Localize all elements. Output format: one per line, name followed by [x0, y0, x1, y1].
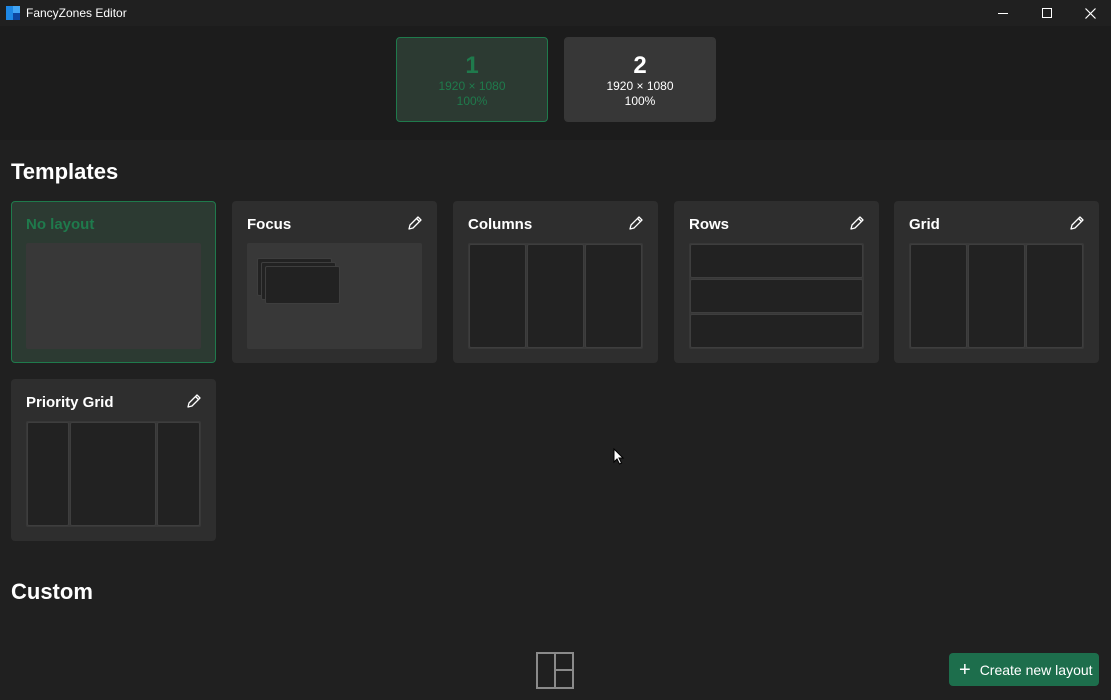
template-title: Focus	[247, 216, 292, 233]
create-new-layout-button[interactable]: + Create new layout	[949, 653, 1099, 686]
monitor-1-button[interactable]: 1 1920 × 1080 100%	[396, 37, 548, 122]
zone	[690, 314, 863, 348]
template-title: Priority Grid	[26, 394, 114, 411]
zone	[27, 422, 69, 526]
pencil-icon	[408, 216, 422, 230]
edit-layout-button[interactable]	[847, 213, 867, 233]
zone	[585, 244, 642, 348]
pencil-icon	[850, 216, 864, 230]
template-no-layout[interactable]: No layout	[11, 201, 216, 363]
pencil-icon	[187, 394, 201, 408]
minimize-button[interactable]	[981, 0, 1025, 26]
edit-layout-button[interactable]	[626, 213, 646, 233]
template-focus[interactable]: Focus	[232, 201, 437, 363]
layout-preview	[909, 243, 1084, 349]
layout-preview	[689, 243, 864, 349]
create-new-layout-label: Create new layout	[979, 661, 1093, 678]
monitor-number: 1	[465, 52, 479, 79]
zone	[690, 279, 863, 313]
template-rows[interactable]: Rows	[674, 201, 879, 363]
template-title: Columns	[468, 216, 533, 233]
template-title: Rows	[689, 216, 730, 233]
title-bar: FancyZones Editor	[0, 0, 1111, 26]
monitor-2-button[interactable]: 2 1920 × 1080 100%	[564, 37, 716, 122]
layout-preview	[26, 421, 201, 527]
layout-preview	[468, 243, 643, 349]
template-title: Grid	[909, 216, 940, 233]
pencil-icon	[629, 216, 643, 230]
edit-layout-button[interactable]	[1067, 213, 1087, 233]
templates-heading: Templates	[11, 159, 119, 184]
maximize-icon	[1041, 7, 1052, 18]
template-columns[interactable]: Columns	[453, 201, 658, 363]
zone	[70, 422, 156, 526]
monitor-selector: 1 1920 × 1080 100% 2 1920 × 1080 100%	[0, 26, 1111, 140]
close-icon	[1084, 7, 1096, 19]
template-grid[interactable]: Grid	[894, 201, 1099, 363]
plus-icon: +	[959, 658, 971, 681]
layout-preview	[247, 243, 422, 349]
mouse-cursor-icon	[613, 448, 625, 465]
monitor-resolution: 1920 × 1080	[606, 79, 674, 93]
custom-heading: Custom	[11, 579, 93, 604]
zone	[527, 244, 584, 348]
zone	[469, 244, 526, 348]
monitor-number: 2	[633, 52, 647, 79]
monitor-scale: 100%	[624, 94, 656, 108]
window-title: FancyZones Editor	[26, 6, 127, 20]
edit-layout-button[interactable]	[405, 213, 425, 233]
template-priority-grid[interactable]: Priority Grid	[11, 379, 216, 541]
monitor-scale: 100%	[456, 94, 488, 108]
zone	[910, 244, 967, 348]
layout-placeholder-icon	[536, 652, 574, 689]
template-title: No layout	[26, 216, 95, 233]
fancyzones-app-icon	[6, 6, 20, 20]
pencil-icon	[1070, 216, 1084, 230]
zone	[157, 422, 200, 526]
monitor-resolution: 1920 × 1080	[438, 79, 506, 93]
edit-layout-button[interactable]	[184, 391, 204, 411]
maximize-button[interactable]	[1025, 0, 1069, 26]
zone	[690, 244, 863, 278]
layout-preview	[26, 243, 201, 349]
close-button[interactable]	[1068, 0, 1111, 26]
zone	[968, 244, 1025, 348]
zone	[1026, 244, 1083, 348]
zone	[265, 266, 340, 304]
minimize-icon	[997, 12, 1008, 14]
